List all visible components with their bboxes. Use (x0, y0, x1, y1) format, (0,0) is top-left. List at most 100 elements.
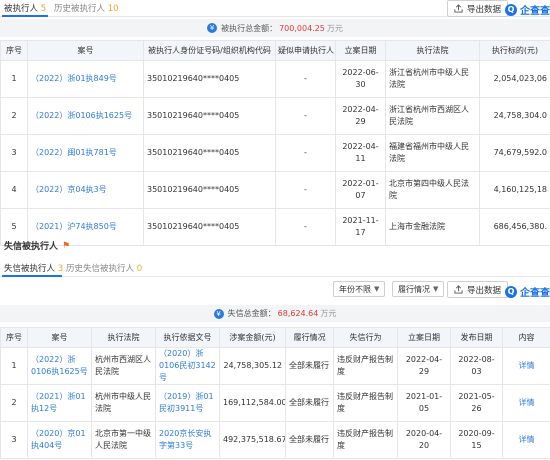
tab-dishonest-persons[interactable]: 失信被执行人 3 (4, 262, 63, 274)
row-index-cell: 1 (0, 60, 28, 98)
row-index-cell: 2 (0, 384, 28, 422)
filing-date: 2022-04-29 (342, 105, 379, 126)
col-header-status: 履行情况 (285, 327, 334, 348)
executing-court: 杭州市中级人民法院 (95, 392, 151, 413)
fulfillment-status: 全部未履行 (289, 435, 329, 444)
case-number-link-cell: （2021）浙01执12号 (27, 384, 92, 422)
row-index: 3 (11, 148, 17, 157)
table-header-row: 序号 案号 被执行人身份证号码/组织机构代码 疑似申请执行人 立案日期 执行法院… (0, 40, 550, 61)
export-button-2[interactable]: 导出数据 (447, 281, 509, 298)
tab-executed-persons[interactable]: 被执行人 5 (4, 2, 46, 14)
execution-amount-cell: 2,054,023,06 (479, 60, 550, 98)
basis-document-link-cell: 2020京长安执字第33号 (155, 421, 220, 459)
case-number-link-cell: （2022）京04执3号 (27, 171, 144, 209)
row-index: 2 (11, 398, 17, 407)
case-number-link[interactable]: （2022）浙0106执1625号 (31, 111, 132, 120)
row-index: 1 (11, 361, 17, 370)
executing-court-cell: 浙江省杭州市中级人民法院 (385, 60, 480, 98)
details-link[interactable]: 详情 (519, 361, 535, 370)
table-row: 3 （2020）京01执404号 北京市第一中级人民法院 2020京长安执字第33号 4… (0, 421, 550, 459)
publish-date: 2020-09-15 (458, 429, 495, 450)
id-number-cell: 35010219640****0405 (143, 134, 276, 172)
col-header-court: 执行法院 (385, 40, 480, 61)
publish-date-cell: 2020-09-15 (450, 421, 503, 459)
applicant: - (304, 74, 307, 83)
tab-history-dishonest-persons[interactable]: 历史失信被执行人 0 (66, 262, 142, 274)
dishonest-behavior: 违反财产报告制度 (337, 429, 393, 450)
case-number-link[interactable]: （2021）沪74执850号 (31, 222, 117, 231)
executing-court: 福建省福州市中级人民法院 (389, 142, 469, 163)
qcc-logo-icon: Q (505, 285, 517, 298)
applicant-cell: - (275, 134, 336, 172)
dishonest-total-summary: ¥ 失信总金额： 68,624.64 万元 (0, 305, 550, 322)
details-link[interactable]: 详情 (519, 435, 535, 444)
applicant: - (304, 111, 307, 120)
col-header-amount: 执行标的(元) (479, 40, 550, 61)
id-number: 35010219640****0405 (147, 74, 240, 83)
fulfillment-status-cell: 全部未履行 (285, 384, 334, 422)
involved-amount: 169,112,584.00 (223, 398, 286, 407)
publish-date-cell: 2021-05-26 (450, 384, 503, 422)
case-number-link[interactable]: （2020）京01执404号 (31, 429, 86, 450)
case-number-link[interactable]: （2022）京04执3号 (31, 185, 107, 194)
applicant: - (304, 185, 307, 194)
status-filter-dropdown[interactable]: 履行情况 ▼ (392, 281, 445, 297)
case-number-link[interactable]: （2022）闽01执781号 (31, 148, 117, 157)
qcc-logo: Q 企查查 (505, 2, 550, 17)
publish-date: 2022-08-03 (458, 355, 495, 376)
case-number-link[interactable]: （2022）浙0106执1625号 (31, 355, 88, 376)
filing-date: 2021-11-17 (342, 216, 379, 237)
col-header-id: 被执行人身份证号码/组织机构代码 (143, 40, 276, 61)
applicant-cell: - (275, 208, 336, 246)
id-number: 35010219640****0405 (147, 222, 240, 231)
id-number: 35010219640****0405 (147, 185, 240, 194)
details-link-cell: 详情 (502, 384, 550, 422)
bottom-tabs: 失信被执行人 3 历史失信被执行人 0 (0, 261, 550, 277)
case-number-link[interactable]: （2022）浙01执849号 (31, 74, 117, 83)
involved-amount: 24,758,305.12 (223, 361, 282, 370)
filing-date: 2021-01-05 (405, 392, 443, 413)
year-filter-dropdown[interactable]: 年份不限 ▼ (333, 281, 386, 297)
details-link[interactable]: 详情 (519, 398, 535, 407)
filing-date: 2022-04-29 (405, 355, 443, 376)
applicant-cell: - (275, 171, 336, 209)
dishonest-behavior: 违反财产报告制度 (337, 355, 393, 376)
basis-document-link[interactable]: （2020）浙0106民初3142号 (159, 349, 216, 382)
executing-court-cell: 福建省福州市中级人民法院 (385, 134, 480, 172)
involved-amount-cell: 492,375,518.67 (219, 421, 286, 459)
filing-date-cell: 2021-11-17 (335, 208, 386, 246)
table-header-row: 序号 案号 执行法院 执行依据文号 涉案金额(元) 履行情况 失信行为 立案日期… (0, 327, 550, 348)
tab-history-executed-persons[interactable]: 历史被执行人 10 (54, 2, 119, 14)
col-header-basis: 执行依据文号 (155, 327, 220, 348)
col-header-pub-date: 发布日期 (450, 327, 503, 348)
col-header-index: 序号 (0, 40, 28, 61)
execution-amount: 686,456,380. (493, 222, 547, 231)
basis-document-link[interactable]: 2020京长安执字第33号 (159, 429, 211, 450)
id-number-cell: 35010219640****0405 (143, 208, 276, 246)
table-row: 3 （2022）闽01执781号 35010219640****0405 - 2022-… (0, 134, 550, 172)
involved-amount: 492,375,518.67 (223, 435, 286, 444)
dishonest-behavior-cell: 违反财产报告制度 (333, 347, 398, 385)
col-header-index: 序号 (0, 327, 28, 348)
executing-court: 北京市第四中级人民法院 (389, 179, 469, 200)
dishonest-behavior-cell: 违反财产报告制度 (333, 384, 398, 422)
basis-document-link[interactable]: （2019）浙01民初3911号 (159, 392, 214, 413)
executing-court-cell: 杭州市西湖区人民法院 (91, 347, 156, 385)
applicant: - (304, 148, 307, 157)
export-icon (454, 285, 463, 294)
section-title-dishonest: 失信被执行人 ⚑ (4, 240, 71, 253)
export-button[interactable]: 导出数据 (447, 0, 509, 17)
table-row: 4 （2022）京04执3号 35010219640****0405 - 2022-01… (0, 171, 550, 209)
case-number-link[interactable]: （2021）浙01执12号 (31, 392, 86, 413)
filing-date: 2020-04-20 (405, 429, 443, 450)
id-number-cell: 35010219640****0405 (143, 60, 276, 98)
executing-court: 浙江省杭州市中级人民法院 (389, 68, 469, 89)
chevron-down-icon: ▼ (374, 285, 380, 293)
col-header-date: 立案日期 (397, 327, 451, 348)
row-index-cell: 3 (0, 134, 28, 172)
case-number-link-cell: （2022）浙01执849号 (27, 60, 144, 98)
execution-amount-cell: 24,758,304.0 (479, 97, 550, 135)
case-number-link-cell: （2022）浙0106执1625号 (27, 347, 92, 385)
publish-date-cell: 2022-08-03 (450, 347, 503, 385)
execution-amount-cell: 686,456,380. (479, 208, 550, 246)
